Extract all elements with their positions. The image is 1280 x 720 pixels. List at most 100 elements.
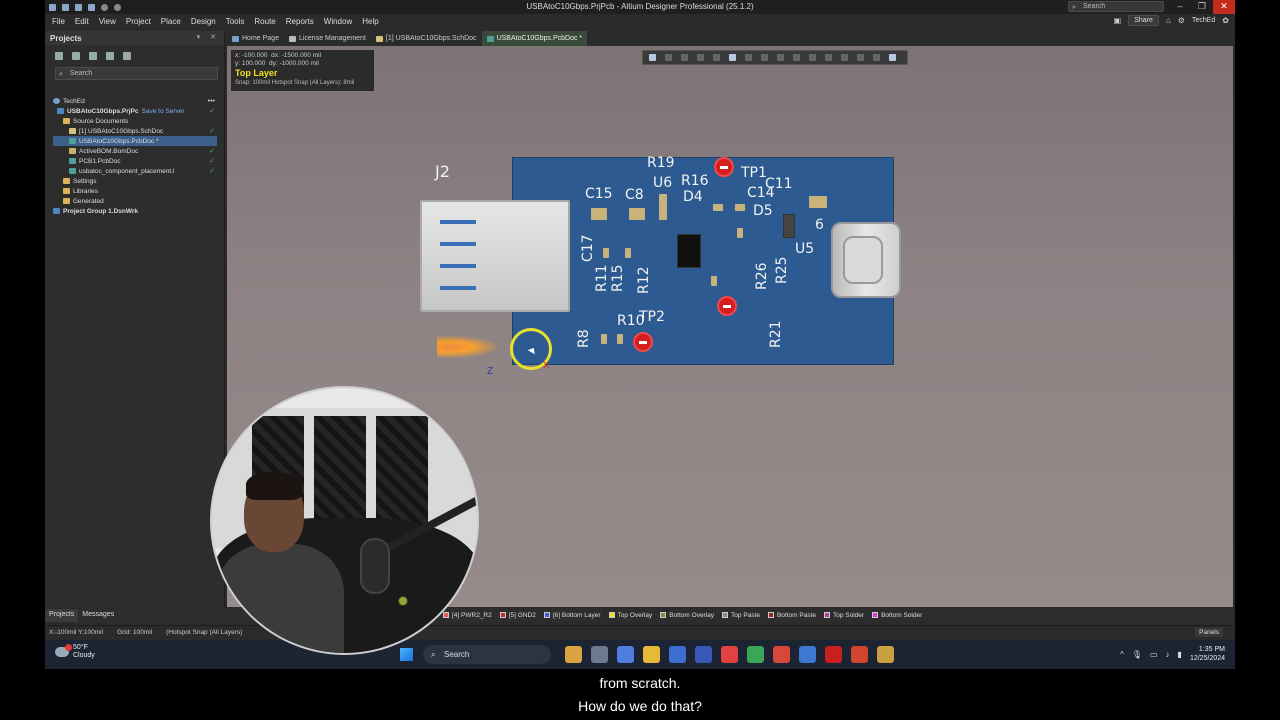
layer-tab-bottom-paste[interactable]: Bottom Paste bbox=[767, 612, 816, 619]
menu-window[interactable]: Window bbox=[324, 17, 352, 26]
panel-controls-icon[interactable]: ▾ ✕ bbox=[197, 33, 220, 41]
tree-item-source-documents[interactable]: Source Documents bbox=[53, 116, 217, 126]
fill-icon[interactable] bbox=[793, 54, 800, 61]
designator-r16[interactable]: R16 bbox=[681, 174, 709, 188]
designator-r15[interactable]: R15 bbox=[610, 264, 626, 292]
project-options-icon[interactable] bbox=[72, 52, 80, 60]
designator-tp2[interactable]: TP2 bbox=[639, 310, 665, 324]
tree-item-schdoc[interactable]: [1] USBAtoC10Gbps.SchDoc ✓ bbox=[53, 126, 217, 136]
global-search-input[interactable]: ⌕ Search bbox=[1068, 1, 1164, 12]
visual-studio-icon[interactable] bbox=[695, 646, 712, 663]
tab-home-page[interactable]: Home Page bbox=[227, 31, 284, 46]
designator-r26[interactable]: R26 bbox=[754, 262, 770, 290]
line-icon[interactable] bbox=[873, 54, 880, 61]
tab-messages[interactable]: Messages bbox=[78, 609, 118, 622]
gear-icon[interactable] bbox=[123, 52, 131, 60]
test-point-center[interactable] bbox=[717, 296, 737, 316]
ic-chip-small[interactable] bbox=[783, 214, 795, 238]
route-icon[interactable] bbox=[665, 54, 672, 61]
menu-reports[interactable]: Reports bbox=[286, 17, 314, 26]
interactive-route-icon[interactable] bbox=[745, 54, 752, 61]
filter-icon[interactable] bbox=[649, 54, 656, 61]
restore-button[interactable]: ❐ bbox=[1191, 0, 1213, 14]
menu-tools[interactable]: Tools bbox=[226, 17, 245, 26]
layer-tab-bottom-layer[interactable]: [6] Bottom Layer bbox=[543, 612, 601, 619]
tab-projects[interactable]: Projects bbox=[45, 609, 79, 622]
designator-d4[interactable]: D4 bbox=[683, 190, 703, 204]
place-icon[interactable] bbox=[681, 54, 688, 61]
polygon-icon[interactable] bbox=[809, 54, 816, 61]
layer-tab-bottom-solder[interactable]: Bottom Solder bbox=[872, 612, 922, 619]
microphone-icon[interactable]: 🎙 bbox=[1132, 650, 1142, 659]
redo-icon[interactable] bbox=[114, 3, 121, 11]
projects-search-input[interactable]: ⌕ Search bbox=[55, 67, 218, 80]
menu-route[interactable]: Route bbox=[254, 17, 275, 26]
designator-c11[interactable]: C11 bbox=[765, 177, 793, 191]
menu-view[interactable]: View bbox=[99, 17, 116, 26]
designator-c15[interactable]: C15 bbox=[585, 187, 613, 201]
save-all-icon[interactable] bbox=[75, 3, 82, 11]
designator-c8[interactable]: C8 bbox=[625, 188, 644, 202]
menu-place[interactable]: Place bbox=[161, 17, 181, 26]
test-point-tp2[interactable] bbox=[633, 332, 653, 352]
file-explorer-icon[interactable] bbox=[643, 646, 660, 663]
open-folder-icon[interactable] bbox=[89, 52, 97, 60]
clock[interactable]: 1:35 PM 12/25/2024 bbox=[1190, 645, 1225, 663]
speaker-icon[interactable]: ♪ bbox=[1166, 650, 1170, 659]
tree-item-generated[interactable]: Generated bbox=[53, 196, 217, 206]
undo-icon[interactable] bbox=[101, 3, 108, 11]
tab-license-management[interactable]: License Management bbox=[284, 31, 371, 46]
altium-designer-icon[interactable] bbox=[877, 646, 894, 663]
notifications-icon[interactable]: ▣ bbox=[1114, 16, 1122, 25]
layer-tab-top-overlay[interactable]: Top Overlay bbox=[608, 612, 652, 619]
tree-item-bomdoc[interactable]: ActiveBOM.BomDoc ✓ bbox=[53, 146, 217, 156]
tree-item-settings[interactable]: Settings bbox=[53, 176, 217, 186]
designator-c6[interactable]: 6 bbox=[815, 218, 824, 232]
ic-chip[interactable] bbox=[677, 234, 701, 268]
tree-item-placement[interactable]: usbatoc_component_placement.l ✓ bbox=[53, 166, 217, 176]
altium-icon[interactable] bbox=[799, 646, 816, 663]
designator-r12[interactable]: R12 bbox=[636, 266, 652, 294]
text-icon[interactable] bbox=[857, 54, 864, 61]
chrome-profile-icon[interactable] bbox=[773, 646, 790, 663]
designator-j2[interactable]: J2 bbox=[435, 164, 450, 180]
tab-pcbdoc[interactable]: USBAtoC10Gbps.PcbDoc * bbox=[481, 31, 588, 46]
display-icon[interactable]: ▭ bbox=[1150, 650, 1158, 659]
designator-r21[interactable]: R21 bbox=[768, 320, 784, 348]
acrobat-icon[interactable] bbox=[825, 646, 842, 663]
designator-d5[interactable]: D5 bbox=[753, 204, 773, 218]
home-icon[interactable]: ⌂ bbox=[1166, 16, 1171, 25]
save-to-server-link[interactable]: Save to Server bbox=[142, 108, 185, 115]
gear-icon[interactable]: ⚙ bbox=[1178, 16, 1185, 25]
keepout-icon[interactable] bbox=[825, 54, 832, 61]
designator-r25[interactable]: R25 bbox=[774, 256, 790, 284]
align-icon[interactable] bbox=[713, 54, 720, 61]
menu-design[interactable]: Design bbox=[191, 17, 216, 26]
app-icon[interactable] bbox=[49, 3, 56, 11]
menu-help[interactable]: Help bbox=[362, 17, 378, 26]
weather-widget[interactable]: 50°F Cloudy bbox=[55, 644, 95, 660]
tree-item-workspace[interactable]: TechEd ••• bbox=[53, 96, 217, 106]
layer-tab-gnd2[interactable]: [5] GND2 bbox=[499, 612, 536, 619]
tree-item-pcbdoc[interactable]: USBAtoC10Gbps.PcbDoc * bbox=[53, 136, 217, 146]
chrome-icon[interactable] bbox=[747, 646, 764, 663]
layer-tab-bottom-overlay[interactable]: Bottom Overlay bbox=[660, 612, 714, 619]
save-icon[interactable] bbox=[62, 3, 69, 11]
component-icon[interactable] bbox=[729, 54, 736, 61]
tree-item-project[interactable]: USBAtoC10Gbps.PrjPc Save to Server ✓ bbox=[53, 106, 217, 116]
task-view-icon[interactable] bbox=[591, 646, 608, 663]
more-icon[interactable]: ••• bbox=[208, 98, 215, 105]
3d-body-icon[interactable] bbox=[889, 54, 896, 61]
share-button[interactable]: Share bbox=[1128, 15, 1159, 26]
designator-r8[interactable]: R8 bbox=[576, 329, 592, 348]
store-icon[interactable] bbox=[669, 646, 686, 663]
panels-button[interactable]: Panels bbox=[1195, 628, 1223, 637]
app-icon[interactable] bbox=[721, 646, 738, 663]
select-icon[interactable] bbox=[697, 54, 704, 61]
tab-schdoc[interactable]: [1] USBAtoC10Gbps.SchDoc bbox=[371, 31, 482, 46]
save-project-icon[interactable] bbox=[55, 52, 63, 60]
usb-a-connector-j2[interactable] bbox=[412, 194, 574, 314]
close-button[interactable]: ✕ bbox=[1213, 0, 1235, 14]
widgets-icon[interactable] bbox=[565, 646, 582, 663]
designator-u6[interactable]: U6 bbox=[653, 176, 672, 190]
